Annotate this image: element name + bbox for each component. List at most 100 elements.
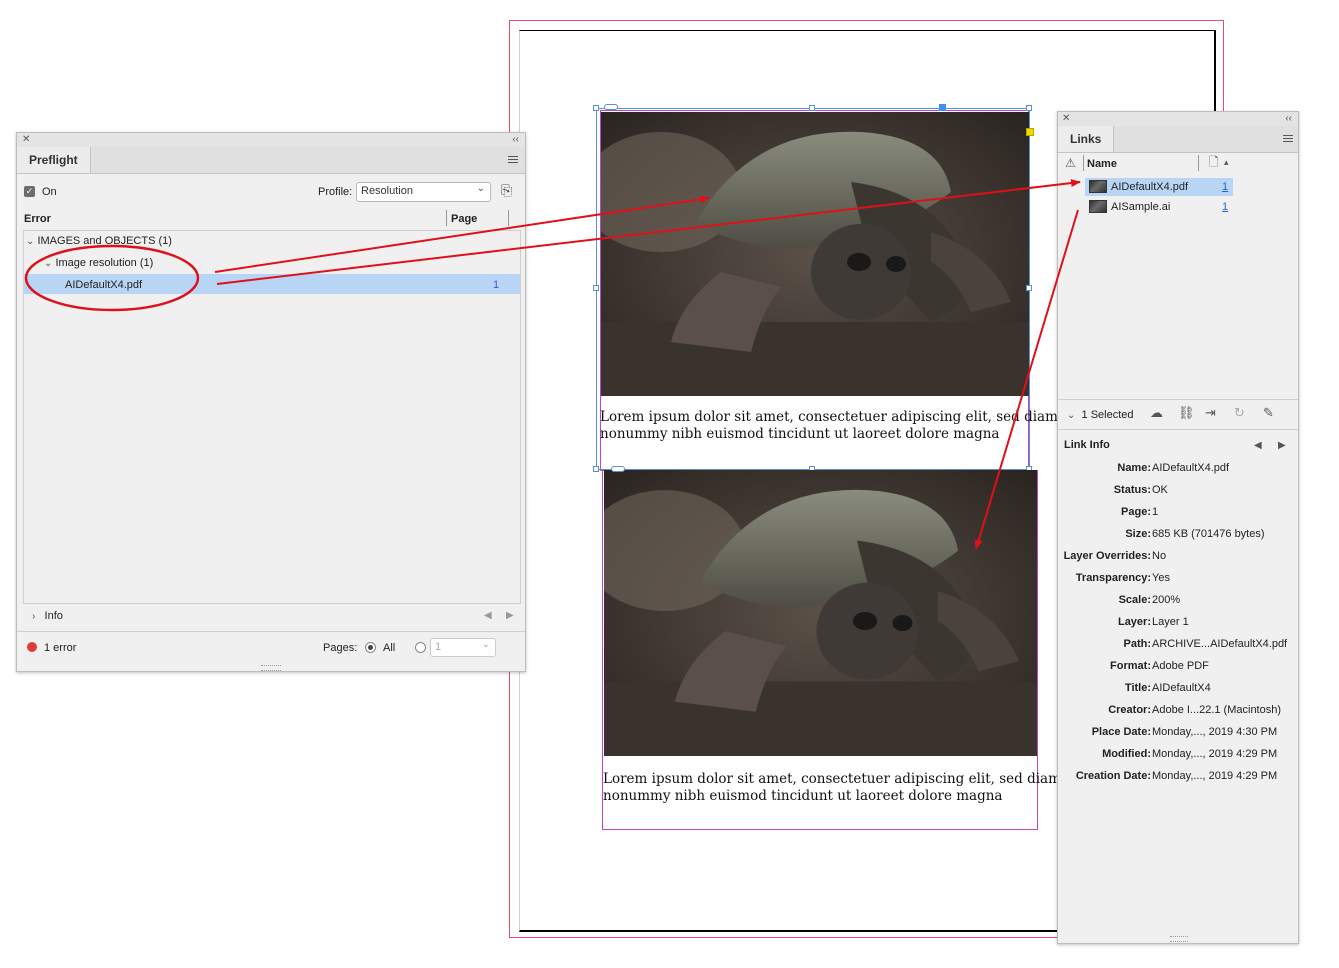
group-image-resolution[interactable]: ⌄ Image resolution (1) [44,257,153,269]
subgroup-label: Image resolution (1) [55,257,154,269]
link-info-key: Page: [1121,506,1151,518]
next-arrow-icon[interactable]: ▶ [506,610,514,622]
link-info-row: Scale: 200% [1058,594,1298,608]
link-info-key: Creator: [1108,704,1151,716]
resize-handle[interactable] [1026,285,1032,291]
link-info-key: Size: [1125,528,1151,540]
link-info-header: Link Info [1064,439,1110,451]
info-section-toggle[interactable]: › Info [32,610,63,622]
live-corner-handle[interactable] [1026,128,1034,136]
link-name[interactable]: AIDefaultX4.pdf [1111,181,1188,193]
placed-image-2[interactable] [604,470,1037,756]
pages-range-field[interactable]: 1 ⌄ [430,638,496,657]
resize-handle[interactable] [593,105,599,111]
page-sort-icon[interactable]: 🗋 [1209,156,1219,168]
next-arrow-icon[interactable]: ▶ [1278,440,1286,452]
chevron-right-icon[interactable]: › [32,611,35,622]
error-column-header[interactable]: Error [24,213,51,225]
link-info-row: Layer Overrides: No [1058,550,1298,564]
link-info-value: Monday,..., 2019 4:29 PM [1152,770,1278,782]
links-panel: ✕ ‹‹ Links ⚠ Name 🗋 ▴ AIDefaultX4.pdf 1 … [1057,111,1299,944]
profile-label: Profile: [318,186,353,198]
link-thumbnail [1089,200,1107,213]
link-info-key: Scale: [1118,594,1151,606]
link-info-row: Status: OK [1058,484,1298,498]
group-images-objects[interactable]: ⌄ IMAGES and OBJECTS (1) [26,235,172,247]
collapse-icon[interactable]: ‹‹ [1285,112,1292,126]
update-link-icon[interactable]: ↻ [1234,406,1245,419]
divider [1058,399,1298,400]
column-divider[interactable] [446,210,447,226]
panel-title-bar[interactable]: ✕ ‹‹ [17,133,525,148]
column-divider[interactable] [1083,155,1084,171]
link-info-key: Status: [1113,484,1151,496]
resize-handle[interactable] [593,285,599,291]
link-info-value: 1 [1152,506,1159,518]
tab-links[interactable]: Links [1058,126,1115,152]
link-info-row: Creation Date: Monday,..., 2019 4:29 PM [1058,770,1298,784]
link-info-key: Place Date: [1091,726,1151,738]
column-divider[interactable] [508,210,509,226]
preflight-tabbar: Preflight [17,147,525,174]
chevron-down-icon[interactable]: ⌄ [26,236,34,247]
link-page[interactable]: 1 [1222,181,1228,193]
pages-range-radio[interactable] [415,642,426,653]
panel-menu-icon[interactable] [1283,135,1293,142]
edit-original-icon[interactable]: ✎ [1263,406,1274,419]
resize-grip[interactable] [261,665,281,671]
chevron-down-icon[interactable]: ⌄ [1067,410,1075,421]
link-info-row: Format: Adobe PDF [1058,660,1298,674]
link-name[interactable]: AISample.ai [1111,201,1170,213]
link-info-row: Creator: Adobe I...22.1 (Macintosh) [1058,704,1298,718]
panel-title-bar[interactable]: ✕ ‹‹ [1058,112,1298,127]
resize-grip[interactable] [1170,936,1188,942]
goto-link-icon[interactable]: ⇥ [1205,406,1216,419]
link-page[interactable]: 1 [1222,201,1228,213]
resize-handle[interactable] [809,105,815,111]
tab-preflight[interactable]: Preflight [17,147,91,173]
profile-dropdown[interactable]: Resolution ⌄ [356,182,491,202]
collapse-icon[interactable]: ‹‹ [512,133,519,147]
selected-toggle[interactable]: ⌄ 1 Selected [1067,409,1134,421]
prev-arrow-icon[interactable]: ◀ [484,610,492,622]
column-divider[interactable] [1198,155,1199,171]
close-icon[interactable]: ✕ [22,133,30,147]
link-info-key: Transparency: [1075,572,1151,584]
content-grabber-handle[interactable] [939,104,946,111]
cloud-link-icon[interactable]: ☁ [1150,406,1163,419]
close-icon[interactable]: ✕ [1062,112,1070,126]
warning-icon[interactable]: ⚠ [1065,157,1076,169]
link-info-key: Layer Overrides: [1063,550,1151,562]
divider [1058,429,1298,430]
define-profiles-icon[interactable]: ⎘ [501,183,512,197]
name-column-header[interactable]: Name [1087,158,1117,170]
link-info-row: Layer: Layer 1 [1058,616,1298,630]
caption-1: Lorem ipsum dolor sit amet, consectetuer… [600,409,1058,443]
link-info-key: Path: [1123,638,1152,650]
divider [17,631,525,632]
resize-handle[interactable] [593,466,599,472]
chevron-down-icon[interactable]: ⌄ [44,258,52,269]
preflight-on-checkbox[interactable]: ✓ [24,186,35,197]
caption-line: nonummy nibh euismod tincidunt ut laoree… [600,426,1000,442]
page-column-header[interactable]: Page [451,213,477,225]
relink-icon[interactable]: ⛓ [1178,406,1195,419]
links-tabbar: Links [1058,126,1298,153]
error-item-name[interactable]: AIDefaultX4.pdf [65,279,142,291]
prev-arrow-icon[interactable]: ◀ [1254,440,1262,452]
pages-all-radio[interactable] [365,642,376,653]
error-item-page[interactable]: 1 [493,279,499,291]
sort-arrow-icon[interactable]: ▴ [1224,156,1229,168]
link-info-value: Monday,..., 2019 4:29 PM [1152,748,1278,760]
link-info-value: 685 KB (701476 bytes) [1152,528,1265,540]
resize-handle[interactable] [1026,105,1032,111]
panel-menu-icon[interactable] [508,156,518,163]
info-label: Info [44,610,63,622]
caption-2: Lorem ipsum dolor sit amet, consectetuer… [603,771,1061,805]
link-info-value: AIDefaultX4.pdf [1152,462,1230,474]
profile-dropdown-value: Resolution [361,185,413,197]
selected-count: 1 Selected [1081,409,1134,421]
link-info-value: 200% [1152,594,1181,606]
error-count[interactable]: 1 error [44,642,76,654]
link-info-key: Format: [1110,660,1151,672]
